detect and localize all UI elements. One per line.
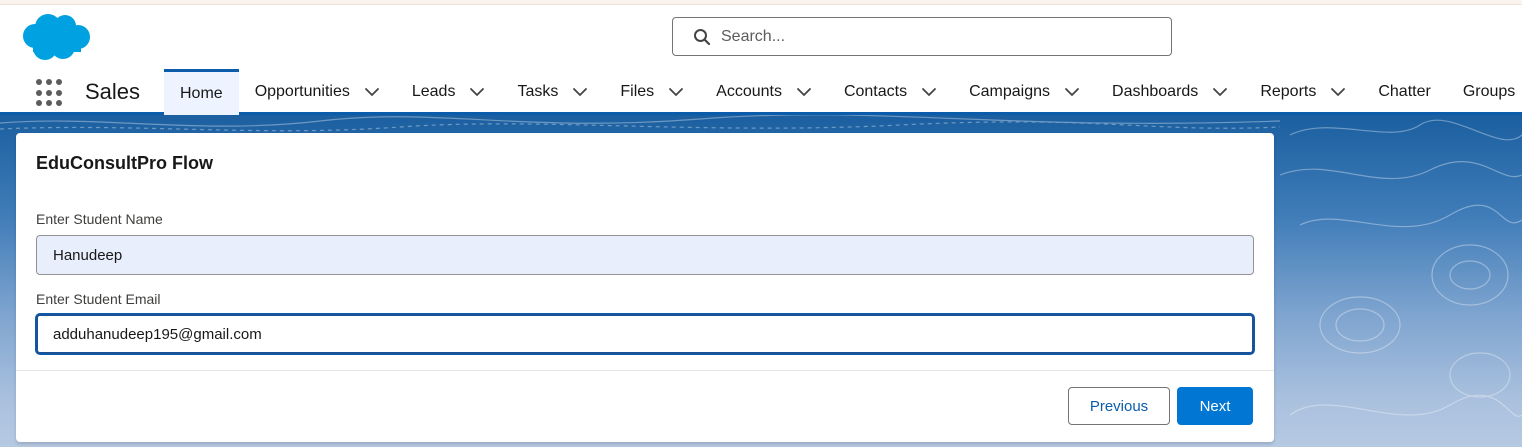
nav-tab-label: Reports xyxy=(1260,83,1317,100)
nav-tab-label: Campaigns xyxy=(969,83,1051,100)
nav-tab-label: Opportunities xyxy=(254,83,350,100)
nav-tab-files[interactable]: Files xyxy=(604,69,700,115)
nav-tab-label: Home xyxy=(180,84,223,102)
chevron-down-icon[interactable] xyxy=(1330,87,1346,97)
nav-tab-leads[interactable]: Leads xyxy=(396,69,502,115)
search-icon xyxy=(693,28,711,46)
nav-tab-opportunities[interactable]: Opportunities xyxy=(239,69,396,115)
nav-tab-label: Chatter xyxy=(1378,83,1431,100)
nav-tab-campaigns[interactable]: Campaigns xyxy=(953,69,1096,115)
nav-tab-label: Accounts xyxy=(716,83,782,100)
chevron-down-icon[interactable] xyxy=(921,87,937,97)
nav-tab-label: Files xyxy=(620,83,655,100)
salesforce-logo-icon[interactable] xyxy=(19,12,92,62)
footer-divider xyxy=(16,370,1274,371)
nav-tab-label: Leads xyxy=(411,83,456,100)
nav-tab-groups[interactable]: Groups xyxy=(1447,69,1522,115)
chevron-down-icon[interactable] xyxy=(668,87,684,97)
nav-tab-home[interactable]: Home xyxy=(164,69,239,115)
nav-tab-accounts[interactable]: Accounts xyxy=(700,69,828,115)
search-input[interactable] xyxy=(721,27,1141,46)
global-search[interactable] xyxy=(672,17,1172,56)
nav-tab-label: Groups xyxy=(1462,83,1516,100)
chevron-down-icon[interactable] xyxy=(796,87,812,97)
nav-tab-tasks[interactable]: Tasks xyxy=(501,69,604,115)
nav-tab-contacts[interactable]: Contacts xyxy=(828,69,953,115)
nav-tab-label: Contacts xyxy=(843,83,908,100)
nav-tab-reports[interactable]: Reports xyxy=(1244,69,1362,115)
chevron-down-icon[interactable] xyxy=(1212,87,1228,97)
app-name: Sales xyxy=(85,79,141,104)
flow-title: EduConsultPro Flow xyxy=(36,153,213,173)
nav-tab-label: Dashboards xyxy=(1112,83,1199,100)
nav-tab-chatter[interactable]: Chatter xyxy=(1362,69,1446,115)
chevron-down-icon[interactable] xyxy=(364,87,380,97)
student-email-input[interactable] xyxy=(36,314,1254,354)
nav-items: Home Opportunities Leads Tasks Files Accounts… xyxy=(164,69,1522,115)
student-name-input[interactable] xyxy=(36,235,1254,275)
student-email-label: Enter Student Email xyxy=(36,291,161,307)
nav-tab-label: Tasks xyxy=(517,83,559,100)
chevron-down-icon[interactable] xyxy=(572,87,588,97)
app-launcher-icon[interactable] xyxy=(36,79,64,107)
flow-card: EduConsultPro Flow Enter Student Name En… xyxy=(16,133,1274,442)
student-name-label: Enter Student Name xyxy=(36,211,163,227)
nav-tab-dashboards[interactable]: Dashboards xyxy=(1096,69,1244,115)
global-header xyxy=(0,5,1522,69)
app-navigation-bar: Sales Home Opportunities Leads Tasks Files Ac… xyxy=(0,69,1522,115)
chevron-down-icon[interactable] xyxy=(469,87,485,97)
next-button[interactable]: Next xyxy=(1177,387,1253,425)
chevron-down-icon[interactable] xyxy=(1064,87,1080,97)
previous-button[interactable]: Previous xyxy=(1068,387,1170,425)
